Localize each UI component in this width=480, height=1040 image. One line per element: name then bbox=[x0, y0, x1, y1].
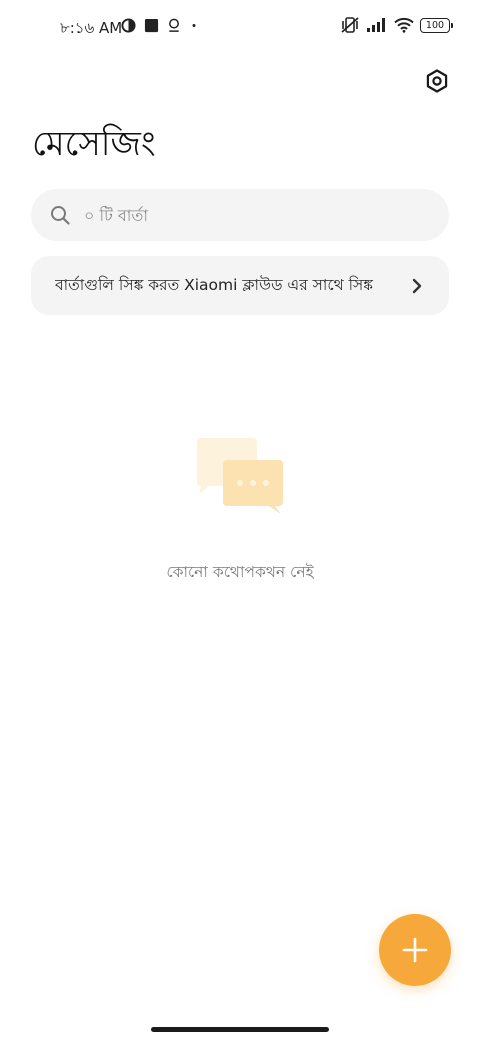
sync-banner-text: বার্তাগুলি সিঙ্ক করত Xiaomi ক্লাউড এর সা… bbox=[55, 275, 373, 294]
wifi-icon bbox=[394, 17, 414, 33]
signal-icon bbox=[367, 18, 385, 32]
status-time: ৮:১৬ AM bbox=[60, 19, 123, 37]
home-indicator[interactable] bbox=[151, 1027, 329, 1032]
empty-state-text: কোনো কথোপকথন নেই bbox=[166, 563, 314, 581]
chat-bubbles-icon bbox=[197, 438, 283, 514]
status-bar: ৮:১৬ AM 100 bbox=[0, 0, 480, 56]
page-title: মেসেজিং bbox=[32, 124, 156, 164]
location-pin-icon bbox=[169, 18, 179, 32]
app-square-icon bbox=[144, 18, 159, 33]
dot-icon bbox=[192, 24, 196, 27]
hexagon-settings-icon bbox=[426, 69, 448, 93]
cloud-sync-banner[interactable]: বার্তাগুলি সিঙ্ক করত Xiaomi ক্লাউড এর সা… bbox=[31, 256, 449, 315]
pie-chart-icon bbox=[121, 18, 136, 33]
search-icon bbox=[51, 206, 70, 225]
status-notification-icons bbox=[121, 18, 199, 33]
plus-icon bbox=[402, 937, 428, 963]
empty-chat-illustration bbox=[195, 436, 287, 518]
chevron-right-icon bbox=[407, 276, 427, 296]
search-input[interactable] bbox=[82, 204, 406, 226]
status-system-icons: 100 bbox=[340, 16, 453, 34]
settings-button[interactable] bbox=[422, 66, 452, 96]
vibrate-muted-icon bbox=[341, 17, 359, 33]
battery-indicator: 100 bbox=[420, 17, 453, 33]
new-conversation-button[interactable] bbox=[379, 914, 451, 986]
search-bar[interactable] bbox=[31, 189, 449, 241]
